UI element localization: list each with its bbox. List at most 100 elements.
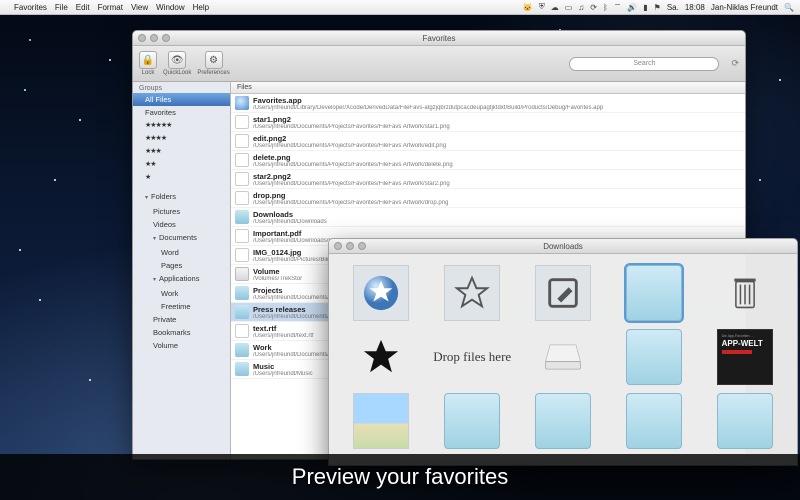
sidebar-item-private[interactable]: Private [133,313,230,326]
lock-button[interactable]: 🔒 Lock [139,51,157,76]
file-img-icon [235,172,249,186]
file-path: /Users/jnfreundt/Documents/Projects/Favo… [253,124,450,130]
sidebar-item-pages[interactable]: Pages [133,259,230,272]
quicklook-button[interactable]: 👁 QuickLook [163,51,191,76]
sidebar: Groups All Files Favorites ★★★★★ ★★★★ ★★… [133,82,231,459]
thumb-folder-icon[interactable] [626,393,682,449]
menubar-extra-icon[interactable]: ⛨ [539,2,545,12]
sidebar-item-pictures[interactable]: Pictures [133,205,230,218]
timemachine-icon[interactable]: ⟳ [590,3,597,12]
file-name: delete.png [253,153,453,162]
drop-files-label: Drop files here [433,349,511,365]
thumb-app-icon[interactable] [353,265,409,321]
file-row[interactable]: Favorites.app/Users/jnfreundt/Library/De… [231,94,745,113]
zoom-icon[interactable] [162,34,170,42]
menu-window[interactable]: Window [156,3,184,12]
thumb-folder-icon[interactable] [717,393,773,449]
file-row[interactable]: star2.png2/Users/jnfreundt/Documents/Pro… [231,170,745,189]
sidebar-item-allfiles[interactable]: All Files [133,93,230,106]
thumb-edit-icon[interactable] [535,265,591,321]
file-folder-icon [235,286,249,300]
close-icon[interactable] [138,34,146,42]
file-doc-icon [235,324,249,338]
displays-icon[interactable]: ▭ [565,3,573,12]
file-row[interactable]: edit.png2/Users/jnfreundt/Documents/Proj… [231,132,745,151]
search-placeholder: Search [633,60,655,67]
thumb-drive-icon[interactable] [535,329,591,385]
thumb-appwelt-image[interactable]: Die App-Favoriten …APP-WELT [717,329,773,385]
file-name: Important.pdf [253,229,346,238]
thumb-trash-icon[interactable] [717,265,773,321]
sidebar-item-favorites[interactable]: Favorites [133,106,230,119]
file-path: /Users/jnfreundt/Documents/P… [253,314,339,320]
file-img-icon [235,191,249,205]
menu-file[interactable]: File [55,3,68,12]
reload-icon[interactable]: ⟳ [731,58,739,69]
file-path: /Users/jnfreundt/Documents/Projects/Favo… [253,200,448,206]
file-vol-icon [235,267,249,281]
menubar-app-name[interactable]: Favorites [14,3,47,12]
file-row[interactable]: delete.png/Users/jnfreundt/Documents/Pro… [231,151,745,170]
sidebar-item-3star[interactable]: ★★★ [133,145,230,158]
file-name: Volume [253,267,302,276]
sidebar-item-applications[interactable]: ▾Applications [133,272,230,287]
sidebar-item-freetime[interactable]: Freetime [133,300,230,313]
quicklook-titlebar[interactable]: Downloads [329,239,797,254]
sidebar-item-4star[interactable]: ★★★★ [133,132,230,145]
menubar-user[interactable]: Jan-Niklas Freundt [711,3,778,12]
menubar-extra-icon[interactable]: ☁ [551,3,559,12]
file-path: /Users/jnfreundt/Documents/P… [253,295,339,301]
flag-icon[interactable]: ⚑ [654,3,661,12]
thumb-folder-icon[interactable] [626,329,682,385]
window-title: Favorites [133,34,745,43]
file-name: Work [253,343,339,352]
sidebar-item-2star[interactable]: ★★ [133,158,230,171]
minimize-icon[interactable] [150,34,158,42]
menubar-time[interactable]: 18:08 [685,3,705,12]
thumb-folder-icon[interactable] [626,265,682,321]
menu-format[interactable]: Format [98,3,123,12]
thumb-map-image[interactable] [353,393,409,449]
thumb-folder-icon[interactable] [444,393,500,449]
close-icon[interactable] [334,242,342,250]
sidebar-item-5star[interactable]: ★★★★★ [133,119,230,132]
sidebar-item-1star[interactable]: ★ [133,171,230,184]
sidebar-item-work[interactable]: Work [133,287,230,300]
bluetooth-icon[interactable]: ᛒ [603,3,608,12]
window-titlebar[interactable]: Favorites [133,31,745,46]
menubar-extra-icon[interactable]: 🐱 [523,3,533,12]
marketing-caption: Preview your favorites [0,454,800,500]
file-row[interactable]: drop.png/Users/jnfreundt/Documents/Proje… [231,189,745,208]
file-name: Downloads [253,210,327,219]
sidebar-header-folders[interactable]: ▾Folders [133,190,230,205]
menubar-day[interactable]: Sa. [667,3,679,12]
file-row[interactable]: star1.png2/Users/jnfreundt/Documents/Pro… [231,113,745,132]
sidebar-item-volume[interactable]: Volume [133,339,230,352]
files-column-header[interactable]: Files [231,82,745,94]
wifi-icon[interactable]: ⌔ [614,2,622,12]
minimize-icon[interactable] [346,242,354,250]
menu-help[interactable]: Help [193,3,209,12]
thumb-star-outline-icon[interactable] [444,265,500,321]
menu-edit[interactable]: Edit [76,3,90,12]
menu-view[interactable]: View [131,3,148,12]
sidebar-item-documents[interactable]: ▾Documents [133,231,230,246]
search-input[interactable]: Search [569,57,719,71]
spotlight-icon[interactable]: 🔍 [784,3,794,12]
volume-icon[interactable]: 🔊 [627,3,637,12]
preferences-button[interactable]: ⚙ Preferences [197,51,229,76]
battery-icon[interactable]: ▮ [643,3,647,12]
thumb-folder-icon[interactable] [535,393,591,449]
file-row[interactable]: Downloads/Users/jnfreundt/Downloads [231,208,745,227]
thumb-star-filled-icon[interactable] [353,329,409,385]
file-doc-icon [235,229,249,243]
music-icon[interactable]: ♫ [578,3,584,12]
sidebar-item-documents-label: Documents [159,233,197,242]
sidebar-header-folders-label: Folders [151,192,176,201]
zoom-icon[interactable] [358,242,366,250]
file-img-icon [235,153,249,167]
sidebar-item-videos[interactable]: Videos [133,218,230,231]
sidebar-item-word[interactable]: Word [133,246,230,259]
file-path: /Volumes/TrekStor [253,276,302,282]
sidebar-item-bookmarks[interactable]: Bookmarks [133,326,230,339]
